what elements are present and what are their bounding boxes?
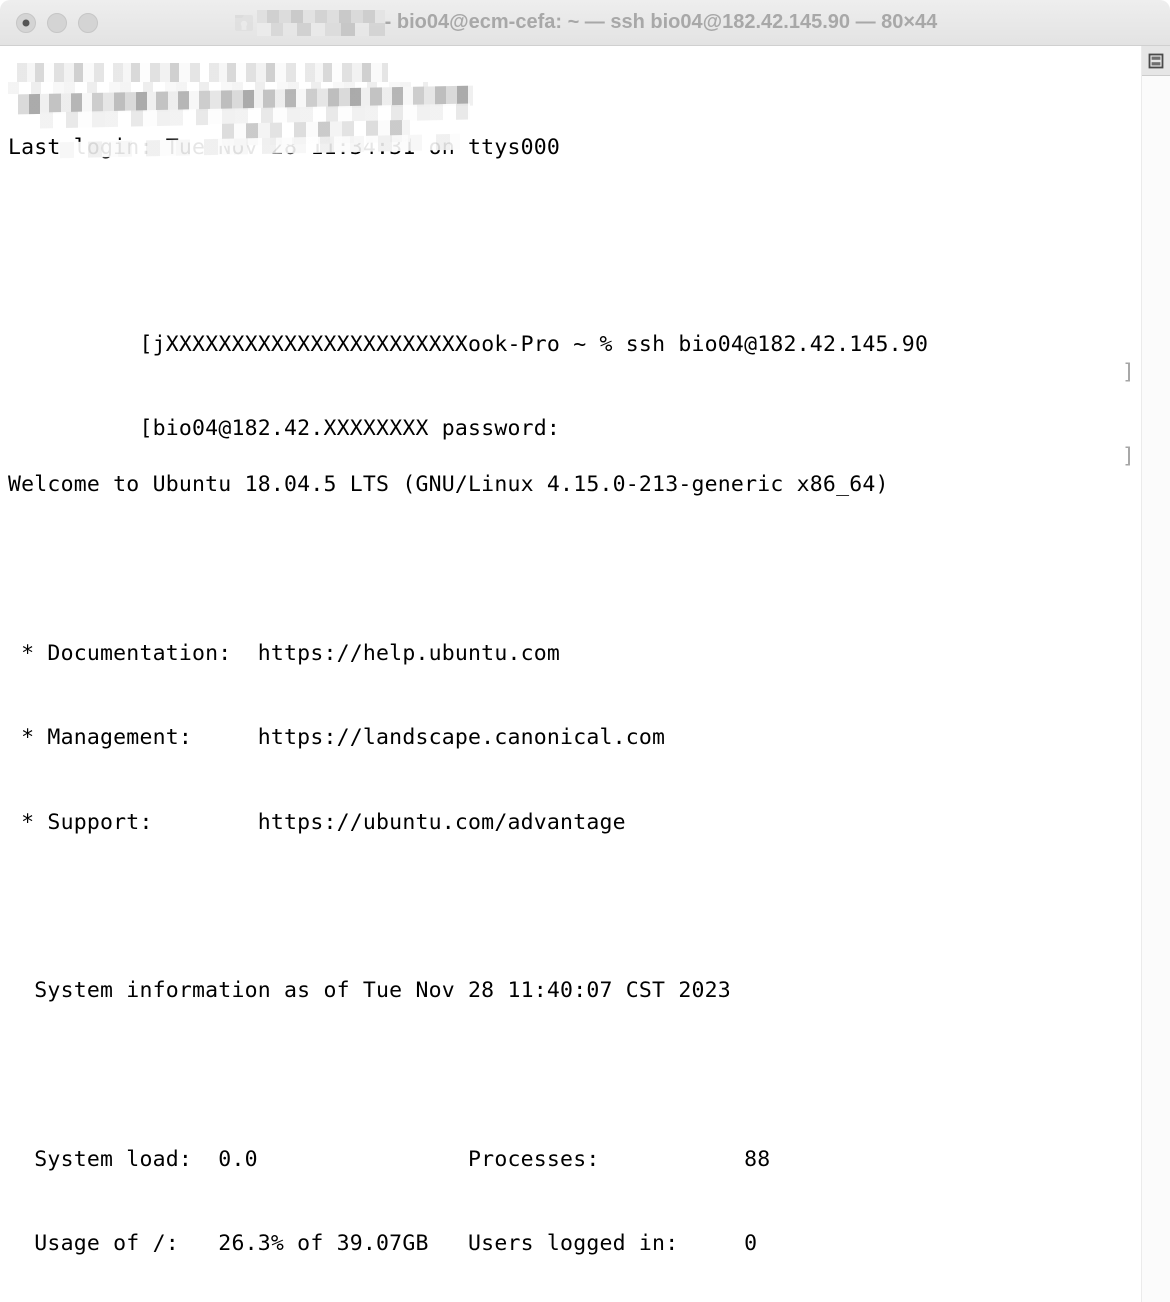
terminal-line: Welcome to Ubuntu 18.04.5 LTS (GNU/Linux… <box>8 472 889 498</box>
prompt-mark: ] <box>1121 444 1135 470</box>
window-title-area: - bio04@ecm-cefa: ~ — ssh bio04@182.42.1… <box>0 0 1170 45</box>
split-pane-button[interactable] <box>1142 46 1170 76</box>
terminal-line: * Management: https://landscape.canonica… <box>8 725 666 751</box>
terminal-line: * Documentation: https://help.ubuntu.com <box>8 640 561 666</box>
scrollbar-rail[interactable] <box>1141 46 1170 1302</box>
terminal-window: - bio04@ecm-cefa: ~ — ssh bio04@182.42.1… <box>0 0 1170 1302</box>
zoom-button[interactable] <box>78 12 98 33</box>
terminal-line: [jXXXXXXXXXXXXXXXXXXXXXXXook-Pro ~ % ssh… <box>8 303 1141 385</box>
terminal-line-text: [jXXXXXXXXXXXXXXXXXXXXXXXook-Pro ~ % ssh… <box>139 331 929 357</box>
prompt-mark: ] <box>1121 360 1135 386</box>
split-pane-icon <box>1148 53 1164 68</box>
terminal-body: Last login: Tue Nov 28 11:34:31 on ttys0… <box>0 46 1170 1302</box>
terminal-line: Last login: Tue Nov 28 11:34:31 on ttys0… <box>8 135 561 161</box>
terminal-line: Usage of /: 26.3% of 39.07GB Users logge… <box>8 1230 758 1256</box>
terminal-line: System load: 0.0 Processes: 88 <box>8 1146 771 1172</box>
folder-icon <box>234 14 253 31</box>
terminal-line: [bio04@182.42.XXXXXXXX password: ] <box>8 387 1141 469</box>
redacted-username-title <box>256 9 385 36</box>
terminal-output: Last login: Tue Nov 28 11:34:31 on ttys0… <box>8 46 1141 1302</box>
minimize-button[interactable] <box>47 12 67 33</box>
window-title-text: - bio04@ecm-cefa: ~ — ssh bio04@182.42.1… <box>384 11 938 33</box>
terminal-line-text: [bio04@182.42.XXXXXXXX password: <box>139 416 561 442</box>
terminal-line: * Support: https://ubuntu.com/advantage <box>8 809 626 835</box>
terminal-line: System information as of Tue Nov 28 11:4… <box>8 978 731 1004</box>
scrollbar-track[interactable] <box>1142 76 1170 1302</box>
traffic-light-group <box>0 12 98 33</box>
terminal-screen[interactable]: Last login: Tue Nov 28 11:34:31 on ttys0… <box>0 46 1141 1302</box>
window-titlebar[interactable]: - bio04@ecm-cefa: ~ — ssh bio04@182.42.1… <box>0 0 1170 46</box>
close-button[interactable] <box>16 12 36 33</box>
